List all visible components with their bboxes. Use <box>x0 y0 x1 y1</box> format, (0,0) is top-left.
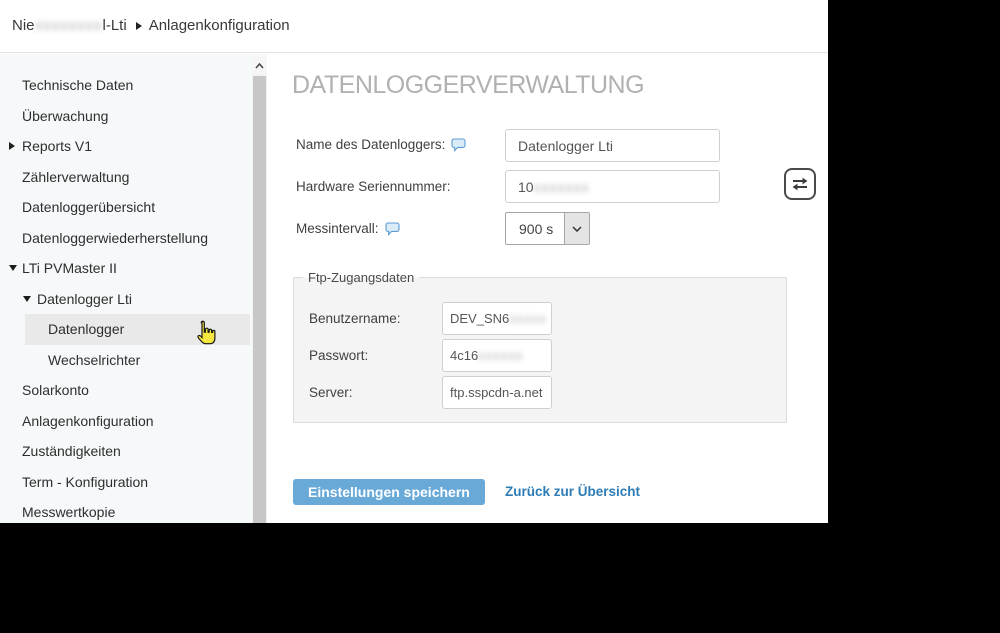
top-bar: Niexxxxxxxxl-Lti Anlagenkonfiguration <box>0 0 828 53</box>
sidebar-item-datenlogger[interactable]: Datenlogger <box>0 314 252 345</box>
breadcrumb: Niexxxxxxxxl-Lti Anlagenkonfiguration <box>12 17 290 34</box>
hardware-serial-input[interactable]: 10 xxxxxxx <box>505 170 720 203</box>
ftp-server-input[interactable]: ftp.sspcdn-a.net <box>442 376 552 409</box>
ftp-password-visible: 4c16 <box>450 348 479 363</box>
chevron-down-icon[interactable] <box>564 213 589 244</box>
back-to-overview-link[interactable]: Zurück zur Übersicht <box>505 484 640 499</box>
scrollbar-up-arrow-icon[interactable] <box>252 57 267 74</box>
sidebar-item-label: Zählerverwaltung <box>22 168 130 185</box>
breadcrumb-site-prefix: Nie <box>12 17 35 34</box>
sidebar: Technische Daten Überwachung Reports V1 Zäh… <box>0 54 267 523</box>
hint-bubble-icon[interactable] <box>451 137 466 152</box>
sidebar-nav: Technische Daten Überwachung Reports V1 Zäh… <box>0 70 252 523</box>
serial-label-text: Hardware Seriennummer: <box>296 179 451 194</box>
sidebar-item-datenloggerwiederherstellung[interactable]: Datenloggerwiederherstellung <box>0 223 252 254</box>
datalogger-name-value: Datenlogger Lti <box>518 137 613 154</box>
breadcrumb-site-suffix: l-Lti <box>102 17 127 34</box>
sidebar-item-lti-pvmaster-ii[interactable]: LTi PVMaster II <box>0 253 252 284</box>
sidebar-item-datenlogger-lti[interactable]: Datenlogger Lti <box>0 284 252 315</box>
sidebar-item-reports-v1[interactable]: Reports V1 <box>0 131 252 162</box>
main-content: DATENLOGGERVERWALTUNG Name des Datenlogg… <box>267 54 828 523</box>
serial-value-visible: 10 <box>518 178 534 195</box>
ftp-username-visible: DEV_SN6 <box>450 311 510 326</box>
breadcrumb-arrow-icon <box>135 22 142 30</box>
sidebar-item-label: Datenloggerübersicht <box>22 199 156 216</box>
sidebar-item-technische-daten[interactable]: Technische Daten <box>0 70 252 101</box>
sidebar-item-solarkonto[interactable]: Solarkonto <box>0 375 252 406</box>
serial-value-redacted: xxxxxxx <box>533 178 590 195</box>
sidebar-item-term-konfiguration[interactable]: Term - Konfiguration <box>0 467 252 498</box>
interval-select-value: 900 s <box>519 220 554 237</box>
sidebar-item-datenlogger-bersicht[interactable]: Datenloggerübersicht <box>0 192 252 223</box>
sidebar-item-berwachung[interactable]: Überwachung <box>0 101 252 132</box>
sidebar-item-label: Zuständigkeiten <box>22 443 121 460</box>
sidebar-item-label: Datenlogger Lti <box>37 290 132 307</box>
interval-select[interactable]: 900 s <box>505 212 590 245</box>
sidebar-item-label: Term - Konfiguration <box>22 473 149 490</box>
interval-label: Messintervall: <box>296 221 400 236</box>
sidebar-item-label: Datenlogger <box>48 321 125 338</box>
sidebar-item-label: Datenloggerwiederherstellung <box>22 229 209 246</box>
ftp-username-redacted: xxxxx <box>509 311 547 326</box>
app-window: Niexxxxxxxxl-Lti Anlagenkonfiguration Tec… <box>0 0 828 523</box>
chevron-down-icon[interactable] <box>9 265 17 272</box>
interval-label-text: Messintervall: <box>296 221 379 236</box>
sidebar-item-messwertkopie[interactable]: Messwertkopie <box>0 497 252 523</box>
chevron-right-icon[interactable] <box>9 142 15 151</box>
sidebar-item-z-hlerverwaltung[interactable]: Zählerverwaltung <box>0 162 252 193</box>
transfer-datalogger-button[interactable] <box>784 168 816 200</box>
sidebar-item-label: LTi PVMaster II <box>22 260 117 277</box>
sidebar-item-wechselrichter[interactable]: Wechselrichter <box>0 345 252 376</box>
sidebar-item-label: Messwertkopie <box>22 504 116 521</box>
ftp-server-value: ftp.sspcdn-a.net <box>450 385 543 400</box>
breadcrumb-site[interactable]: Niexxxxxxxxl-Lti <box>12 17 127 34</box>
serial-label: Hardware Seriennummer: <box>296 179 451 194</box>
name-label: Name des Datenloggers: <box>296 137 466 152</box>
sidebar-item-label: Überwachung <box>22 107 109 124</box>
sidebar-item-label: Solarkonto <box>22 382 89 399</box>
ftp-username-input[interactable]: DEV_SN6 xxxxx <box>442 302 552 335</box>
ftp-password-input[interactable]: 4c16 xxxxxx <box>442 339 552 372</box>
ftp-password-label: Passwort: <box>309 348 369 363</box>
ftp-credentials-group: Ftp-Zugangsdaten Benutzername: DEV_SN6 xx… <box>293 270 787 423</box>
swap-arrows-icon <box>792 177 808 191</box>
name-label-text: Name des Datenloggers: <box>296 137 446 152</box>
page-title: DATENLOGGERVERWALTUNG <box>292 71 645 99</box>
datalogger-name-input[interactable]: Datenlogger Lti <box>505 129 720 162</box>
hint-bubble-icon[interactable] <box>384 221 400 236</box>
sidebar-item-label: Anlagenkonfiguration <box>22 412 154 429</box>
breadcrumb-site-redacted: xxxxxxxx <box>34 17 103 34</box>
breadcrumb-page: Anlagenkonfiguration <box>148 17 290 34</box>
scrollbar-thumb[interactable] <box>253 76 266 523</box>
sidebar-item-anlagenkonfiguration[interactable]: Anlagenkonfiguration <box>0 406 252 437</box>
sidebar-item-zust-ndigkeiten[interactable]: Zuständigkeiten <box>0 436 252 467</box>
ftp-password-redacted: xxxxxx <box>478 348 524 363</box>
ftp-legend: Ftp-Zugangsdaten <box>303 270 420 285</box>
save-settings-button[interactable]: Einstellungen speichern <box>293 479 485 505</box>
sidebar-item-label: Reports V1 <box>22 138 93 155</box>
chevron-down-icon[interactable] <box>23 295 31 302</box>
sidebar-item-label: Wechselrichter <box>48 351 141 368</box>
ftp-server-label: Server: <box>309 385 353 400</box>
ftp-username-label: Benutzername: <box>309 311 401 326</box>
sidebar-item-label: Technische Daten <box>22 77 134 94</box>
sidebar-scrollbar[interactable] <box>252 57 267 523</box>
